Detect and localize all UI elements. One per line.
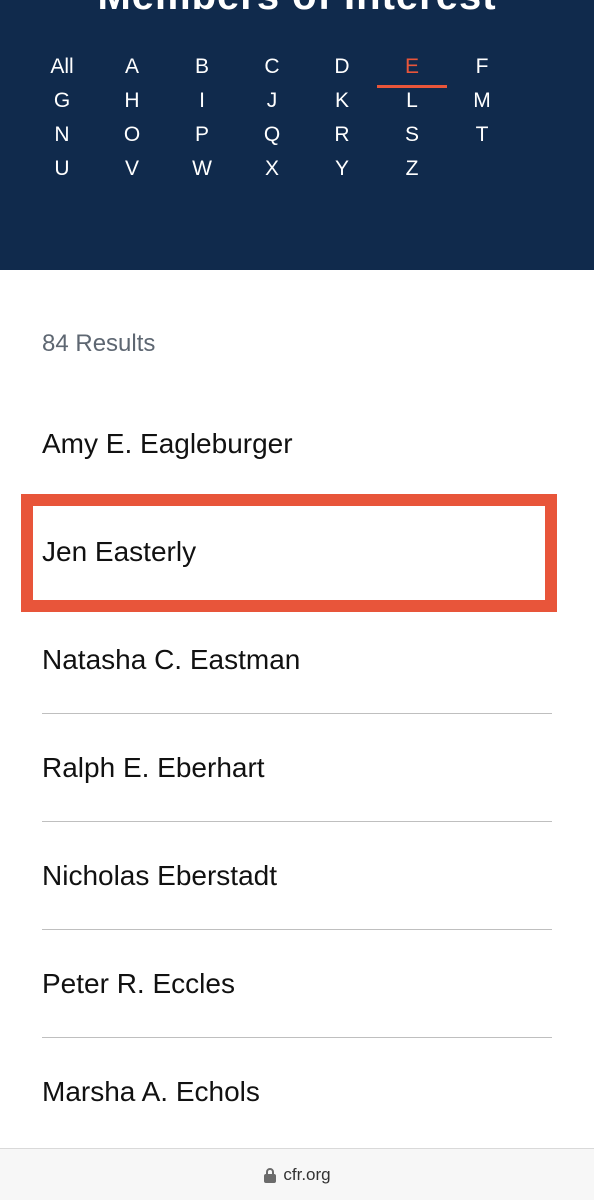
letter-filter-b[interactable]: B xyxy=(167,50,237,84)
member-list-item[interactable]: Marsha A. Echols xyxy=(42,1038,552,1146)
letter-filter-h[interactable]: H xyxy=(97,84,167,118)
member-list-item[interactable]: Peter R. Eccles xyxy=(42,930,552,1038)
letter-filter-e[interactable]: E xyxy=(377,50,447,88)
member-list-item[interactable]: Ralph E. Eberhart xyxy=(42,714,552,822)
member-list-item[interactable]: Jen Easterly xyxy=(42,498,552,606)
letter-filter-t[interactable]: T xyxy=(447,118,517,152)
letter-filter-g[interactable]: G xyxy=(27,84,97,118)
alphabet-header: Members of Interest AllABCDEF GHIJKLM NOPQ… xyxy=(0,0,594,270)
browser-url: cfr.org xyxy=(283,1165,331,1184)
page: Members of Interest AllABCDEF GHIJKLM NOPQ… xyxy=(0,0,594,1200)
letter-filter-y[interactable]: Y xyxy=(307,152,377,186)
letter-filter-i[interactable]: I xyxy=(167,84,237,118)
letter-filter-d[interactable]: D xyxy=(307,50,377,84)
letter-filter-l[interactable]: L xyxy=(377,84,447,118)
letter-filter-k[interactable]: K xyxy=(307,84,377,118)
letter-filter-grid: All A B C D E F G H I J K L M N O P Q R S T U V W X Y Z xyxy=(27,50,517,186)
letter-filter-j[interactable]: J xyxy=(237,84,307,118)
letter-filter-r[interactable]: R xyxy=(307,118,377,152)
letter-filter-p[interactable]: P xyxy=(167,118,237,152)
letter-filter-o[interactable]: O xyxy=(97,118,167,152)
letter-filter-q[interactable]: Q xyxy=(237,118,307,152)
member-list-item[interactable]: Nicholas Eberstadt xyxy=(42,822,552,930)
letter-filter-w[interactable]: W xyxy=(167,152,237,186)
letter-filter-s[interactable]: S xyxy=(377,118,447,152)
browser-address-bar[interactable]: cfr.org xyxy=(0,1148,594,1200)
lock-icon xyxy=(264,1168,277,1183)
member-list: Amy E. Eagleburger Jen Easterly Natasha C.… xyxy=(42,390,552,1146)
page-title: Members of Interest xyxy=(0,0,594,19)
member-list-item[interactable]: Amy E. Eagleburger xyxy=(42,390,552,498)
letter-filter-z[interactable]: Z xyxy=(377,152,447,186)
member-list-item[interactable]: Natasha C. Eastman xyxy=(42,606,552,714)
letter-filter-c[interactable]: C xyxy=(237,50,307,84)
results-count: 84 Results xyxy=(42,330,156,357)
letter-filter-all[interactable]: All xyxy=(27,50,97,84)
letter-filter-u[interactable]: U xyxy=(27,152,97,186)
letter-filter-v[interactable]: V xyxy=(97,152,167,186)
letter-filter-x[interactable]: X xyxy=(237,152,307,186)
letter-filter-a[interactable]: A xyxy=(97,50,167,84)
letter-filter-n[interactable]: N xyxy=(27,118,97,152)
letter-filter-m[interactable]: M xyxy=(447,84,517,118)
letter-filter-f[interactable]: F xyxy=(447,50,517,84)
